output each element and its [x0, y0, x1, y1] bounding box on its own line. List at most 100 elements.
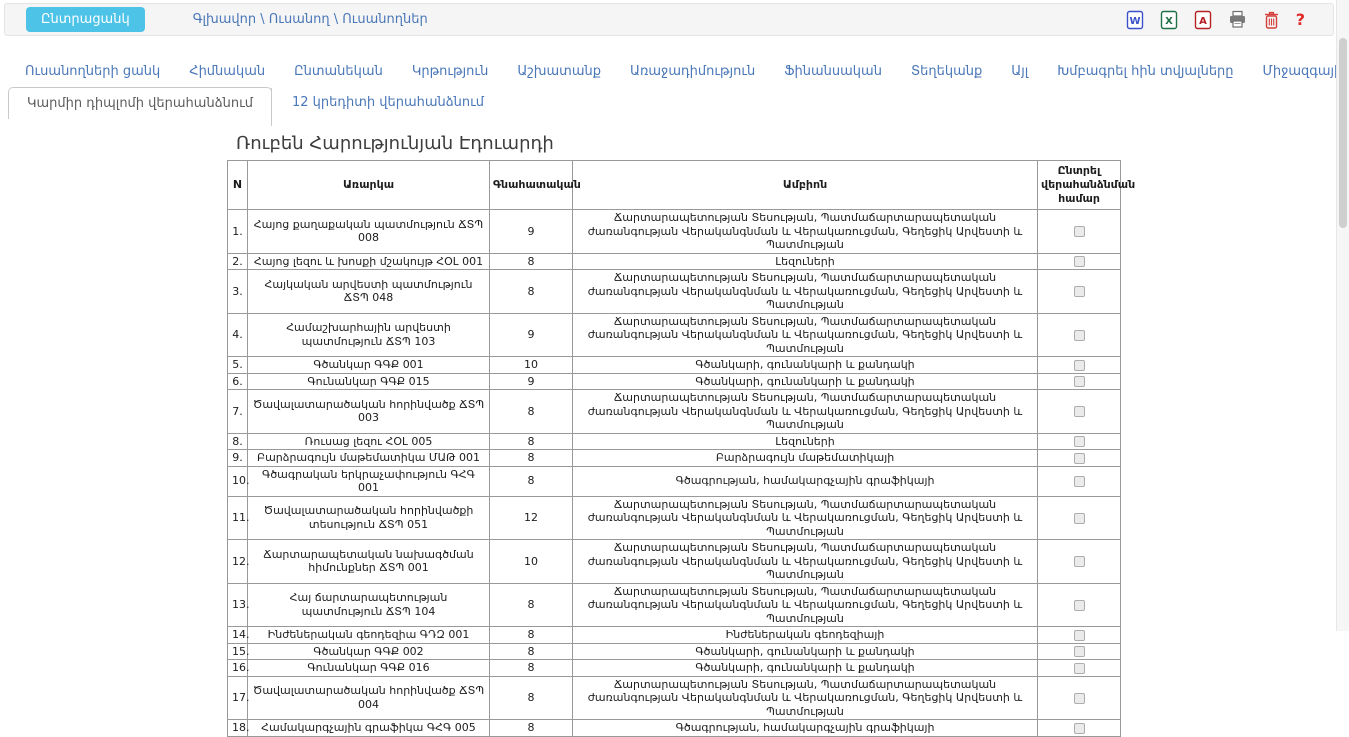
print-icon[interactable]: [1228, 10, 1247, 29]
select-retake-checkbox[interactable]: [1074, 330, 1085, 341]
select-cell: [1038, 253, 1121, 270]
select-cell: [1038, 676, 1121, 720]
main-tab-8[interactable]: Տեղեկանք: [911, 64, 982, 79]
select-cell: [1038, 466, 1121, 496]
vertical-scrollbar[interactable]: [1336, 0, 1349, 631]
department-cell: Գծագրության, համակարգչային գրաֆիկայի: [573, 720, 1038, 737]
main-tab-7[interactable]: Ֆինանսական: [784, 64, 882, 79]
subject-cell: Հայոց լեզու և խոսքի մշակույթ ՀՕԼ 001: [248, 253, 490, 270]
table-row: 18.Համակարգչային գրաֆիկա ԳՀԳ 0058Գծագրու…: [228, 720, 1121, 737]
main-tab-10[interactable]: Խմբագրել հին տվյալները: [1057, 64, 1233, 79]
department-cell: Գծագրության, համակարգչային գրաֆիկայի: [573, 466, 1038, 496]
col-header-subject: Առարկա: [248, 161, 490, 210]
select-retake-checkbox[interactable]: [1074, 286, 1085, 297]
table-row: 16.Գունանկար ԳԳՔ 0168Գծանկարի, գունանկար…: [228, 660, 1121, 677]
department-cell: Ճարտարապետության Տեսության, Պատմաճարտարա…: [573, 270, 1038, 314]
row-number-cell: 5.: [228, 357, 248, 374]
table-row: 6.Գունանկար ԳԳՔ 0159Գծանկարի, գունանկարի…: [228, 373, 1121, 390]
row-number-cell: 18.: [228, 720, 248, 737]
row-number-cell: 3.: [228, 270, 248, 314]
scrollbar-thumb[interactable]: [1339, 38, 1347, 228]
row-number-cell: 12.: [228, 540, 248, 584]
select-retake-checkbox[interactable]: [1074, 256, 1085, 267]
grade-cell: 8: [490, 433, 573, 450]
table-body: 1.Հայոց քաղաքական պատմություն ՃՏՊ 0089Ճա…: [228, 210, 1121, 737]
department-cell: Ինժեներական գեոդեզիայի: [573, 627, 1038, 644]
select-retake-checkbox[interactable]: [1074, 360, 1085, 371]
select-retake-checkbox[interactable]: [1074, 663, 1085, 674]
excel-export-icon[interactable]: X: [1160, 10, 1178, 30]
select-retake-checkbox[interactable]: [1074, 453, 1085, 464]
help-icon[interactable]: ?: [1296, 10, 1305, 29]
department-cell: Ճարտարապետության Տեսության, Պատմաճարտարա…: [573, 540, 1038, 584]
select-cell: [1038, 270, 1121, 314]
select-retake-checkbox[interactable]: [1074, 406, 1085, 417]
grade-cell: 12: [490, 496, 573, 540]
col-header-n: N: [228, 161, 248, 210]
row-number-cell: 14.: [228, 627, 248, 644]
subject-cell: Հայկական արվեստի պատմություն ՃՏՊ 048: [248, 270, 490, 314]
row-number-cell: 17.: [228, 676, 248, 720]
subtab-red-diploma-retake[interactable]: Կարմիր դիպլոմի վերահանձնում: [8, 87, 272, 119]
main-tab-6[interactable]: Առաջադիմություն: [630, 64, 755, 79]
select-retake-checkbox[interactable]: [1074, 436, 1085, 447]
delete-icon[interactable]: [1263, 10, 1280, 30]
word-export-icon[interactable]: W: [1126, 10, 1144, 30]
subject-cell: Ծավալատարածական հորինվածք ՃՏՊ 004: [248, 676, 490, 720]
col-header-department: Ամբիոն: [573, 161, 1038, 210]
select-retake-checkbox[interactable]: [1074, 376, 1085, 387]
select-cell: [1038, 450, 1121, 467]
main-tab-1[interactable]: Ուսանողների ցանկ: [25, 64, 160, 79]
select-retake-checkbox[interactable]: [1074, 646, 1085, 657]
subject-cell: Ինժեներական գեոդեզիա ԳԴԶ 001: [248, 627, 490, 644]
col-header-grade: Գնահատական: [490, 161, 573, 210]
select-cell: [1038, 210, 1121, 254]
table-row: 15.Գծանկար ԳԳՔ 0028Գծանկարի, գունանկարի …: [228, 643, 1121, 660]
select-retake-checkbox[interactable]: [1074, 226, 1085, 237]
grade-cell: 8: [490, 643, 573, 660]
main-tab-9[interactable]: Այլ: [1011, 64, 1028, 79]
select-retake-checkbox[interactable]: [1074, 630, 1085, 641]
table-row: 13.Հայ ճարտարապետության պատմություն ՃՏՊ …: [228, 583, 1121, 627]
main-tab-5[interactable]: Աշխատանք: [517, 64, 601, 79]
main-tabs: Ուսանողների ցանկ Հիմնական Ընտանեկան Կրթությ…: [25, 64, 1349, 79]
department-cell: Ճարտարապետության Տեսության, Պատմաճարտարա…: [573, 496, 1038, 540]
select-cell: [1038, 583, 1121, 627]
grade-cell: 9: [490, 373, 573, 390]
pdf-export-icon[interactable]: A: [1194, 10, 1212, 30]
svg-text:W: W: [1129, 16, 1140, 27]
department-cell: Ճարտարապետության Տեսության, Պատմաճարտարա…: [573, 676, 1038, 720]
breadcrumb[interactable]: Գլխավոր \ Ուսանող \ Ուսանողներ: [193, 12, 428, 27]
grade-cell: 8: [490, 676, 573, 720]
select-retake-checkbox[interactable]: [1074, 600, 1085, 611]
row-number-cell: 8.: [228, 433, 248, 450]
row-number-cell: 9.: [228, 450, 248, 467]
main-tab-2[interactable]: Հիմնական: [189, 64, 265, 79]
select-cell: [1038, 720, 1121, 737]
subject-cell: Գծանկար ԳԳՔ 002: [248, 643, 490, 660]
select-retake-checkbox[interactable]: [1074, 556, 1085, 567]
main-tab-3[interactable]: Ընտանեկան: [294, 64, 383, 79]
select-retake-checkbox[interactable]: [1074, 476, 1085, 487]
department-cell: Ճարտարապետության Տեսության, Պատմաճարտարա…: [573, 583, 1038, 627]
select-retake-checkbox[interactable]: [1074, 723, 1085, 734]
department-cell: Լեզուների: [573, 253, 1038, 270]
select-retake-checkbox[interactable]: [1074, 513, 1085, 524]
main-tab-4[interactable]: Կրթություն: [412, 64, 489, 79]
table-row: 3.Հայկական արվեստի պատմություն ՃՏՊ 0488Ճ…: [228, 270, 1121, 314]
menu-button[interactable]: Ընտրացանկ: [26, 7, 145, 32]
select-retake-checkbox[interactable]: [1074, 693, 1085, 704]
table-row: 4.Համաշխարհային արվեստի պատմություն ՃՏՊ …: [228, 313, 1121, 357]
grade-cell: 8: [490, 583, 573, 627]
subject-cell: Գծագրական երկրաչափություն ԳՀԳ 001: [248, 466, 490, 496]
subject-cell: Ճարտարապետական նախագծման հիմունքներ ՃՏՊ …: [248, 540, 490, 584]
row-number-cell: 7.: [228, 390, 248, 434]
subtab-12-credit-retake[interactable]: 12 կրեդիտի վերահանձնում: [272, 87, 504, 118]
subject-cell: Հայոց քաղաքական պատմություն ՃՏՊ 008: [248, 210, 490, 254]
grade-cell: 10: [490, 540, 573, 584]
select-cell: [1038, 643, 1121, 660]
department-cell: Գծանկարի, գունանկարի և քանդակի: [573, 660, 1038, 677]
row-number-cell: 16.: [228, 660, 248, 677]
select-cell: [1038, 357, 1121, 374]
department-cell: Գծանկարի, գունանկարի և քանդակի: [573, 357, 1038, 374]
